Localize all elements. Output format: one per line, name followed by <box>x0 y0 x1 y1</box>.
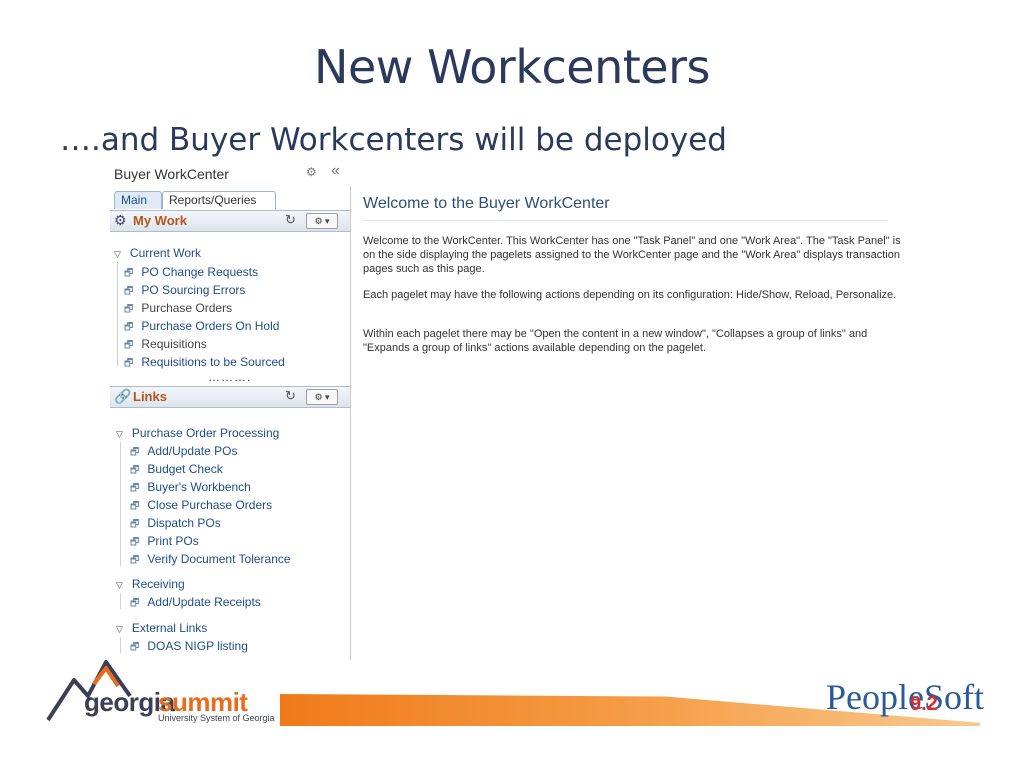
open-window-icon: 🗗 <box>124 322 134 333</box>
open-window-icon: 🗗 <box>124 358 134 369</box>
work-area-title: Welcome to the Buyer WorkCenter <box>363 195 610 212</box>
open-window-icon: 🗗 <box>130 519 140 530</box>
open-window-icon: 🗗 <box>130 465 140 476</box>
collapse-triangle-icon: ▽ <box>116 624 123 634</box>
tab-main[interactable]: Main <box>114 191 162 209</box>
group-line <box>120 637 121 653</box>
collapse-triangle-icon: ▽ <box>116 580 123 590</box>
list-item[interactable]: 🗗 Requisitions <box>124 337 207 355</box>
collapse-triangle-icon: ▽ <box>116 429 123 439</box>
panel-title: Buyer WorkCenter <box>114 166 229 182</box>
list-item[interactable]: 🗗 Purchase Orders On Hold <box>124 319 279 337</box>
group-external-links[interactable]: ▽ External Links <box>116 621 207 635</box>
list-item[interactable]: 🗗 Budget Check <box>130 462 223 480</box>
peoplesoft-version: 9.2 <box>910 693 938 715</box>
open-window-icon: 🗗 <box>130 555 140 566</box>
list-item[interactable]: 🗗 DOAS NIGP listing <box>130 639 248 657</box>
collapse-triangle-icon: ▽ <box>114 249 121 259</box>
panel-divider <box>350 186 351 660</box>
list-item[interactable]: 🗗 Close Purchase Orders <box>130 498 272 516</box>
work-area-paragraph: Within each pagelet there may be "Open t… <box>363 328 868 354</box>
georgia-summit-tagline: University System of Georgia <box>158 713 275 723</box>
list-item[interactable]: 🗗 Print POs <box>130 534 199 552</box>
reload-icon[interactable]: ↻ <box>285 388 296 404</box>
work-area-divider <box>363 220 888 221</box>
tab-reports-queries[interactable]: Reports/Queries <box>162 191 276 209</box>
more-indicator: ………. <box>208 370 252 384</box>
my-work-pagelet-header: ⚙ My Work ↻ ⚙ ▾ <box>110 210 350 232</box>
links-title: Links <box>133 389 167 404</box>
open-window-icon: 🗗 <box>130 537 140 548</box>
my-work-title: My Work <box>133 213 187 228</box>
list-item[interactable]: 🗗 Purchase Orders <box>124 301 232 319</box>
open-window-icon: 🗗 <box>130 447 140 458</box>
list-item[interactable]: 🗗 Requisitions to be Sourced <box>124 355 285 373</box>
work-area-paragraph: Each pagelet may have the following acti… <box>363 289 897 301</box>
open-window-icon: 🗗 <box>130 598 140 609</box>
links-pagelet-header: 🔗 Links ↻ ⚙ ▾ <box>110 386 350 408</box>
group-line <box>117 262 118 366</box>
slide-subtitle: ….and Buyer Workcenters will be deployed <box>60 122 727 158</box>
collapse-panel-icon[interactable]: « <box>331 162 340 180</box>
list-item[interactable]: 🗗 Add/Update POs <box>130 444 237 462</box>
pagelet-actions-button[interactable]: ⚙ ▾ <box>306 213 338 229</box>
open-window-icon: 🗗 <box>130 642 140 653</box>
open-window-icon: 🗗 <box>124 268 134 279</box>
my-work-icon: ⚙ <box>114 212 127 228</box>
settings-icon[interactable]: ⚙ <box>306 165 317 179</box>
slide-title: New Workcenters <box>314 40 710 94</box>
open-window-icon: 🗗 <box>130 501 140 512</box>
list-item[interactable]: 🗗 Dispatch POs <box>130 516 221 534</box>
list-item[interactable]: 🗗 Buyer's Workbench <box>130 480 251 498</box>
work-area-paragraph: Welcome to the WorkCenter. This WorkCent… <box>363 235 901 275</box>
links-icon: 🔗 <box>114 388 132 404</box>
peoplesoft-logo: PeopleSoft <box>826 677 984 717</box>
open-window-icon: 🗗 <box>130 483 140 494</box>
group-line <box>120 593 121 609</box>
list-item[interactable]: 🗗 Add/Update Receipts <box>130 595 261 613</box>
list-item[interactable]: 🗗 PO Change Requests <box>124 265 258 283</box>
group-current-work[interactable]: ▽ Current Work <box>114 246 201 260</box>
open-window-icon: 🗗 <box>124 286 134 297</box>
list-item[interactable]: 🗗 Verify Document Tolerance <box>130 552 291 570</box>
group-receiving[interactable]: ▽ Receiving <box>116 577 185 591</box>
pagelet-actions-button[interactable]: ⚙ ▾ <box>306 389 338 405</box>
task-panel: Buyer WorkCenter ⚙ « Main Reports/Querie… <box>110 162 352 660</box>
list-item[interactable]: 🗗 PO Sourcing Errors <box>124 283 245 301</box>
open-window-icon: 🗗 <box>124 304 134 315</box>
group-line <box>120 442 121 566</box>
reload-icon[interactable]: ↻ <box>285 212 296 228</box>
open-window-icon: 🗗 <box>124 340 134 351</box>
group-purchase-order-processing[interactable]: ▽ Purchase Order Processing <box>116 426 279 440</box>
